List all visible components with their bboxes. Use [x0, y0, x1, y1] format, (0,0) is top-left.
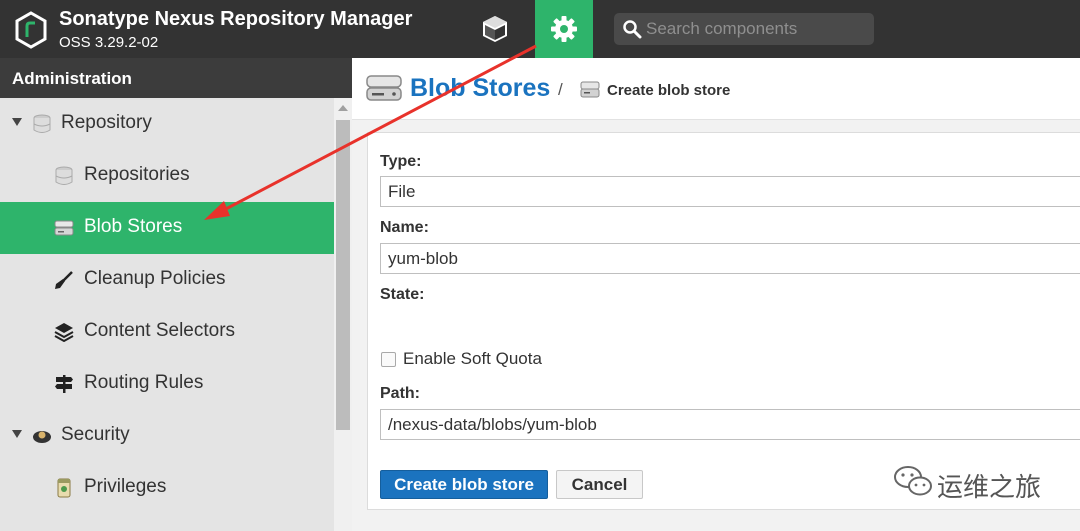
app-title: Sonatype Nexus Repository Manager: [59, 8, 413, 30]
name-label: Name:: [380, 219, 429, 236]
server-icon: [366, 75, 402, 101]
sidebar-item-label: Routing Rules: [84, 372, 204, 393]
breadcrumb-current: Create blob store: [607, 82, 731, 99]
sidebar-item-repository[interactable]: Repository: [0, 98, 334, 150]
expand-triangle-icon[interactable]: [12, 430, 22, 438]
app-version: OSS 3.29.2-02: [59, 34, 159, 51]
name-field[interactable]: yum-blob: [380, 243, 1080, 274]
sidebar-item-label: Repository: [61, 112, 152, 133]
sidebar-item-security[interactable]: Security: [0, 410, 334, 462]
sidebar-item-privileges[interactable]: Privileges: [0, 462, 334, 514]
create-blob-store-button[interactable]: Create blob store: [380, 470, 548, 499]
sidebar-item-label: Content Selectors: [84, 320, 236, 341]
scrollbar-thumb[interactable]: [336, 120, 350, 430]
administration-button[interactable]: [535, 0, 593, 58]
sidebar-item-repositories[interactable]: Repositories: [0, 150, 334, 202]
search-box: [614, 13, 874, 45]
server-icon: [54, 220, 74, 236]
search-input[interactable]: [646, 13, 866, 45]
signpost-icon: [55, 375, 73, 393]
server-icon: [580, 81, 600, 98]
create-blob-store-form: Type: File Name: yum-blob State: Enable …: [367, 132, 1080, 510]
sidebar-item-label: Blob Stores: [84, 216, 183, 237]
type-field[interactable]: File: [380, 176, 1080, 207]
badge-icon: [57, 478, 71, 498]
gear-icon: [551, 16, 577, 42]
sidebar-title: Administration: [0, 58, 352, 98]
sidebar: Administration Repository Repositories B…: [0, 58, 352, 531]
watermark: 运维之旅: [893, 463, 1053, 503]
state-label: State:: [380, 286, 425, 303]
path-field[interactable]: /nexus-data/blobs/yum-blob: [380, 409, 1080, 440]
security-icon: [33, 431, 51, 443]
sidebar-item-label: Repositories: [84, 164, 190, 185]
sidebar-nav: Repository Repositories Blob Stores Clea…: [0, 98, 334, 531]
sidebar-item-label: Privileges: [84, 476, 167, 497]
nexus-logo-icon[interactable]: [14, 11, 48, 49]
breadcrumb: Blob Stores / Create blob store: [352, 58, 1080, 120]
layers-icon: [54, 323, 74, 342]
sidebar-item-cleanup-policies[interactable]: Cleanup Policies: [0, 254, 334, 306]
breadcrumb-separator: /: [558, 80, 563, 99]
top-header: Sonatype Nexus Repository Manager OSS 3.…: [0, 0, 1080, 58]
breadcrumb-link-blob-stores[interactable]: Blob Stores: [410, 74, 550, 103]
sidebar-item-routing-rules[interactable]: Routing Rules: [0, 358, 334, 410]
sidebar-scrollbar[interactable]: [334, 98, 352, 531]
sidebar-item-label: Security: [61, 424, 130, 445]
sidebar-item-content-selectors[interactable]: Content Selectors: [0, 306, 334, 358]
soft-quota-checkbox[interactable]: [381, 352, 396, 367]
type-label: Type:: [380, 153, 422, 170]
wechat-icon: [894, 466, 932, 496]
scroll-up-arrow-icon[interactable]: [338, 105, 348, 111]
sidebar-item-label: Cleanup Policies: [84, 268, 226, 289]
search-icon: [623, 20, 642, 39]
path-label: Path:: [380, 385, 420, 402]
sidebar-item-blob-stores[interactable]: Blob Stores: [0, 202, 334, 254]
watermark-text: 运维之旅: [937, 472, 1042, 502]
database-icon: [33, 114, 51, 133]
browse-button[interactable]: [466, 0, 524, 58]
cube-icon: [483, 16, 507, 42]
cancel-button[interactable]: Cancel: [556, 470, 643, 499]
soft-quota-label[interactable]: Enable Soft Quota: [403, 349, 542, 369]
database-icon: [55, 166, 73, 185]
expand-triangle-icon[interactable]: [12, 118, 22, 126]
broom-icon: [55, 271, 73, 289]
